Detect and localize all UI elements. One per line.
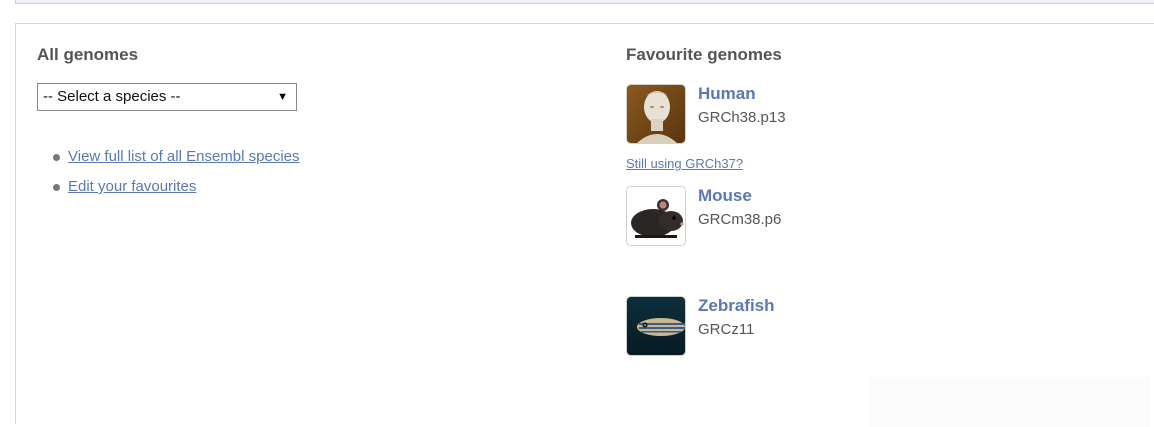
favourite-genomes-heading: Favourite genomes: [626, 45, 782, 64]
top-band: [15, 0, 1154, 4]
mouse-icon[interactable]: [626, 186, 686, 246]
species-name-zebrafish[interactable]: Zebrafish: [698, 296, 775, 316]
edit-favourites-link[interactable]: Edit your favourites: [68, 178, 196, 195]
species-links-list: View full list of all Ensembl species Ed…: [37, 148, 597, 208]
faded-background-area: [871, 377, 1151, 427]
assembly-mouse: GRCm38.p6: [698, 211, 782, 228]
view-all-species-link[interactable]: View full list of all Ensembl species: [68, 148, 300, 165]
genomes-panel: All genomes -- Select a species -- ▼ Vie…: [15, 23, 1154, 427]
list-item: Edit your favourites: [51, 178, 597, 208]
assembly-zebrafish: GRCz11: [698, 321, 755, 338]
favourite-species-zebrafish: Zebrafish GRCz11: [626, 296, 1146, 358]
assembly-human: GRCh38.p13: [698, 109, 786, 126]
species-select-value: -- Select a species --: [43, 88, 181, 105]
bullet-icon: [53, 154, 60, 161]
human-statue-icon[interactable]: [626, 84, 686, 144]
species-name-mouse[interactable]: Mouse: [698, 186, 752, 206]
all-genomes-column: All genomes -- Select a species -- ▼ Vie…: [37, 44, 597, 208]
species-select-dropdown[interactable]: -- Select a species -- ▼: [37, 83, 297, 111]
all-genomes-heading: All genomes: [37, 45, 139, 64]
chevron-down-icon: ▼: [277, 91, 288, 103]
zebrafish-icon[interactable]: [626, 296, 686, 356]
favourite-species-mouse: Mouse GRCm38.p6: [626, 186, 1146, 248]
list-item: View full list of all Ensembl species: [51, 148, 597, 178]
bullet-icon: [53, 184, 60, 191]
still-using-grch37-link[interactable]: Still using GRCh37?: [626, 156, 1146, 172]
favourite-species-human: Human GRCh38.p13: [626, 84, 1146, 146]
species-name-human[interactable]: Human: [698, 84, 756, 104]
favourite-genomes-column: Favourite genomes Human GRCh38.p13 Still…: [626, 44, 1146, 358]
